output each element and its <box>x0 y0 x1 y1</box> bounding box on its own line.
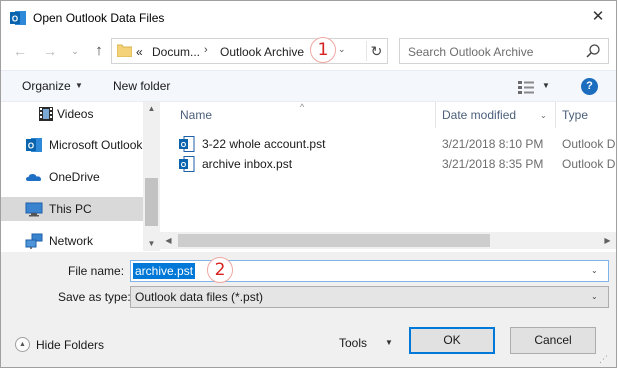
file-name: archive inbox.pst <box>202 157 293 171</box>
sidebar-item-microsoft-outlook[interactable]: O Microsoft Outlook <box>1 133 143 157</box>
file-date-modified: 3/21/2018 8:35 PM <box>442 157 544 171</box>
svg-text:O: O <box>12 15 18 24</box>
address-dropdown-icon[interactable]: ⌄ <box>338 44 346 55</box>
step-callout-1: 1 <box>310 37 336 63</box>
breadcrumb-documents[interactable]: Docum... <box>152 45 200 59</box>
computer-icon <box>25 202 43 217</box>
command-bar: Organize ▼ New folder ▼ ? <box>1 70 616 102</box>
file-date-modified: 3/21/2018 8:10 PM <box>442 137 544 151</box>
sidebar-item-label: OneDrive <box>49 170 100 184</box>
svg-text:O: O <box>181 162 187 169</box>
column-header-date-modified[interactable]: Date modified <box>442 108 516 128</box>
horizontal-scroll-thumb[interactable] <box>178 234 490 247</box>
save-as-type-select[interactable]: Outlook data files (*.pst) ⌄ <box>130 286 609 308</box>
scroll-left-arrow[interactable]: ◀ <box>160 232 177 249</box>
pst-file-icon: O <box>179 156 195 172</box>
breadcrumb-overflow[interactable]: « <box>136 45 143 59</box>
sidebar-item-videos[interactable]: Videos <box>1 102 143 126</box>
sidebar-scrollbar[interactable]: ▲ ▼ <box>143 102 160 251</box>
file-type: Outlook D <box>562 157 616 171</box>
tools-dropdown-icon[interactable]: ▼ <box>385 338 393 347</box>
open-outlook-data-files-dialog: O Open Outlook Data Files ✕ ← → ⌄ ↑ « Do… <box>0 0 617 368</box>
folder-icon <box>117 44 132 57</box>
step-callout-2: 2 <box>207 257 233 283</box>
file-name-input[interactable]: archive.pst ⌄ <box>130 260 609 282</box>
scroll-right-arrow[interactable]: ▶ <box>599 232 616 249</box>
file-name-label: File name: <box>68 264 125 278</box>
sidebar-item-network[interactable]: Network <box>1 229 143 251</box>
refresh-button[interactable]: ↻ <box>366 41 386 61</box>
onedrive-icon <box>26 174 42 181</box>
search-placeholder[interactable]: Search Outlook Archive <box>408 45 533 59</box>
column-header-name[interactable]: Name <box>180 108 212 128</box>
up-button[interactable]: ↑ <box>89 41 109 61</box>
sort-ascending-icon: ^ <box>300 102 305 112</box>
file-list: ^ Name ⌄ Date modified Type O 3-22 whole… <box>160 102 616 232</box>
sidebar-item-label: Videos <box>57 107 94 121</box>
file-list-horizontal-scrollbar[interactable]: ◀ ▶ <box>160 232 616 249</box>
network-icon <box>25 233 43 249</box>
sidebar-item-onedrive[interactable]: OneDrive <box>1 165 143 189</box>
ok-button[interactable]: OK <box>409 327 495 354</box>
outlook-icon: O <box>10 11 26 25</box>
organize-button[interactable]: Organize <box>22 79 71 93</box>
recent-locations-button[interactable]: ⌄ <box>69 42 81 60</box>
resize-grip-icon[interactable]: ⋰ <box>599 354 608 365</box>
window-title: Open Outlook Data Files <box>33 11 165 25</box>
svg-text:O: O <box>181 142 187 149</box>
outlook-icon: O <box>26 138 42 152</box>
hide-folders-label[interactable]: Hide Folders <box>36 338 104 352</box>
help-icon[interactable]: ? <box>581 78 598 95</box>
search-box[interactable]: Search Outlook Archive <box>399 38 609 64</box>
close-button[interactable]: ✕ <box>587 7 609 27</box>
file-row[interactable]: O 3-22 whole account.pst 3/21/2018 8:10 … <box>178 134 616 154</box>
scroll-up-arrow[interactable]: ▲ <box>143 102 160 116</box>
cancel-button[interactable]: Cancel <box>510 327 596 354</box>
collapse-up-icon[interactable]: ▲ <box>15 337 30 352</box>
breadcrumb-outlook-archive[interactable]: Outlook Archive <box>220 45 304 59</box>
sidebar-item-label: Microsoft Outlook <box>49 138 143 152</box>
file-row[interactable]: O archive inbox.pst 3/21/2018 8:35 PM Ou… <box>178 154 616 174</box>
view-dropdown-icon[interactable]: ▼ <box>542 81 550 90</box>
save-as-type-dropdown-icon[interactable]: ⌄ <box>591 292 598 301</box>
column-divider[interactable] <box>555 102 556 128</box>
sidebar-item-label: Network <box>49 234 94 248</box>
video-folder-icon <box>39 107 53 121</box>
change-view-icon[interactable] <box>517 79 535 95</box>
address-bar[interactable]: « Docum... › Outlook Archive ⌄ ↻ <box>111 38 388 64</box>
title-bar: O Open Outlook Data Files ✕ <box>1 1 616 35</box>
back-button[interactable]: ← <box>11 41 29 61</box>
sidebar-scroll-thumb[interactable] <box>145 178 158 226</box>
column-header-type[interactable]: Type <box>562 108 588 128</box>
sidebar-item-label: This PC <box>49 202 92 216</box>
column-filter-dropdown-icon[interactable]: ⌄ <box>540 111 547 120</box>
dialog-footer: File name: archive.pst ⌄ Save as type: O… <box>1 252 616 367</box>
pst-file-icon: O <box>179 136 195 152</box>
search-icon[interactable] <box>585 43 601 59</box>
file-name-value[interactable]: archive.pst <box>133 263 196 279</box>
save-as-type-value: Outlook data files (*.pst) <box>135 290 264 304</box>
column-divider[interactable] <box>435 102 436 128</box>
svg-text:O: O <box>28 142 34 151</box>
file-name-dropdown-icon[interactable]: ⌄ <box>591 266 598 275</box>
organize-dropdown-icon[interactable]: ▼ <box>75 81 83 90</box>
file-name: 3-22 whole account.pst <box>202 137 326 151</box>
scroll-down-arrow[interactable]: ▼ <box>143 237 160 251</box>
new-folder-button[interactable]: New folder <box>113 79 170 93</box>
breadcrumb-separator[interactable]: › <box>204 44 208 56</box>
save-as-type-label: Save as type: <box>58 290 131 304</box>
sidebar-item-this-pc[interactable]: This PC <box>1 197 143 221</box>
file-type: Outlook D <box>562 137 616 151</box>
forward-button[interactable]: → <box>41 41 59 61</box>
tools-label[interactable]: Tools <box>339 336 367 350</box>
navigation-pane: Videos O Microsoft Outlook OneDrive This… <box>1 102 160 251</box>
